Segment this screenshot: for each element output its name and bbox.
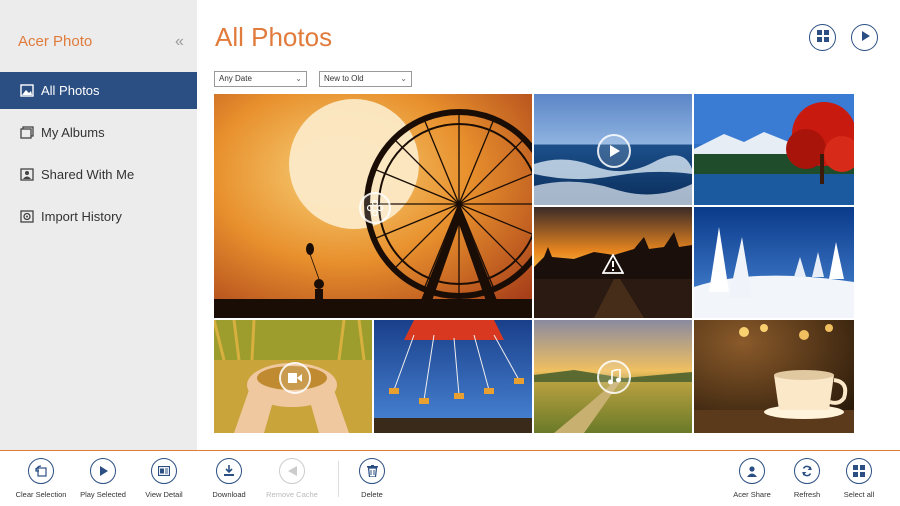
play-icon xyxy=(90,458,116,484)
view-mode-button[interactable] xyxy=(809,24,836,51)
remove-cache-button[interactable]: Remove Cache xyxy=(252,458,332,499)
view-detail-label: View Detail xyxy=(145,490,183,499)
shared-icon xyxy=(20,168,34,181)
sort-order-select[interactable]: New to Old ⌄ xyxy=(319,71,412,87)
photo-snowy-trees xyxy=(694,207,854,318)
clear-selection-label: Clear Selection xyxy=(15,490,67,499)
sidebar-item-label: All Photos xyxy=(41,83,100,98)
warning-icon xyxy=(600,251,626,277)
photo-tile[interactable] xyxy=(214,94,532,318)
view-detail-icon xyxy=(151,458,177,484)
sidebar: Acer Photo « All Photos My Albums Shared… xyxy=(0,0,197,450)
slideshow-button[interactable] xyxy=(851,24,878,51)
play-selected-label: Play Selected xyxy=(80,490,126,499)
acer-share-label: Acer Share xyxy=(733,490,771,499)
delete-button[interactable]: Delete xyxy=(332,458,412,499)
video-icon xyxy=(279,362,311,394)
photo-tile[interactable] xyxy=(694,207,854,318)
date-filter-value: Any Date xyxy=(219,74,252,83)
albums-icon xyxy=(20,126,34,139)
remove-cache-label: Remove Cache xyxy=(266,490,318,499)
photos-icon xyxy=(20,84,34,97)
select-all-label: Select all xyxy=(843,490,875,499)
clear-selection-icon xyxy=(28,458,54,484)
select-all-icon xyxy=(846,458,872,484)
share-user-icon xyxy=(739,458,765,484)
sidebar-item-import-history[interactable]: Import History xyxy=(0,198,197,235)
sort-order-value: New to Old xyxy=(324,74,364,83)
sidebar-item-label: Shared With Me xyxy=(41,167,135,182)
sidebar-item-my-albums[interactable]: My Albums xyxy=(0,114,197,151)
photo-swing-ride xyxy=(374,320,532,433)
play-icon xyxy=(859,29,871,47)
photo-tile[interactable] xyxy=(374,320,532,433)
photo-coffee-cup xyxy=(694,320,854,433)
photo-tile[interactable] xyxy=(694,320,854,433)
refresh-label: Refresh xyxy=(793,490,821,499)
app-title: Acer Photo xyxy=(18,33,93,50)
sidebar-nav: All Photos My Albums Shared With Me Impo… xyxy=(0,72,197,240)
date-filter-select[interactable]: Any Date ⌄ xyxy=(214,71,307,87)
photo-tile[interactable] xyxy=(534,94,692,205)
music-icon xyxy=(597,360,631,394)
sidebar-item-label: My Albums xyxy=(41,125,105,140)
selection-icon xyxy=(359,192,391,224)
chevron-down-icon: ⌄ xyxy=(295,74,302,83)
download-icon xyxy=(216,458,242,484)
trash-icon xyxy=(359,458,385,484)
sidebar-item-shared-with-me[interactable]: Shared With Me xyxy=(0,156,197,193)
refresh-icon xyxy=(794,458,820,484)
select-all-button[interactable]: Select all xyxy=(819,458,899,499)
page-title: All Photos xyxy=(215,22,333,52)
sidebar-item-all-photos[interactable]: All Photos xyxy=(0,72,197,109)
chevron-down-icon: ⌄ xyxy=(400,74,407,83)
download-label: Download xyxy=(212,490,246,499)
remove-cache-icon xyxy=(279,458,305,484)
import-icon xyxy=(20,210,34,223)
photo-tile[interactable] xyxy=(534,320,692,433)
photo-red-tree-lake xyxy=(694,94,854,205)
grid-view-icon xyxy=(816,29,829,47)
sidebar-item-label: Import History xyxy=(41,209,122,224)
delete-label: Delete xyxy=(361,490,383,499)
play-icon xyxy=(597,134,631,168)
photo-tile[interactable] xyxy=(214,320,372,433)
collapse-sidebar-button[interactable]: « xyxy=(175,33,184,51)
photo-grid xyxy=(214,94,854,433)
photo-tile[interactable] xyxy=(694,94,854,205)
photo-tile[interactable] xyxy=(534,207,692,318)
